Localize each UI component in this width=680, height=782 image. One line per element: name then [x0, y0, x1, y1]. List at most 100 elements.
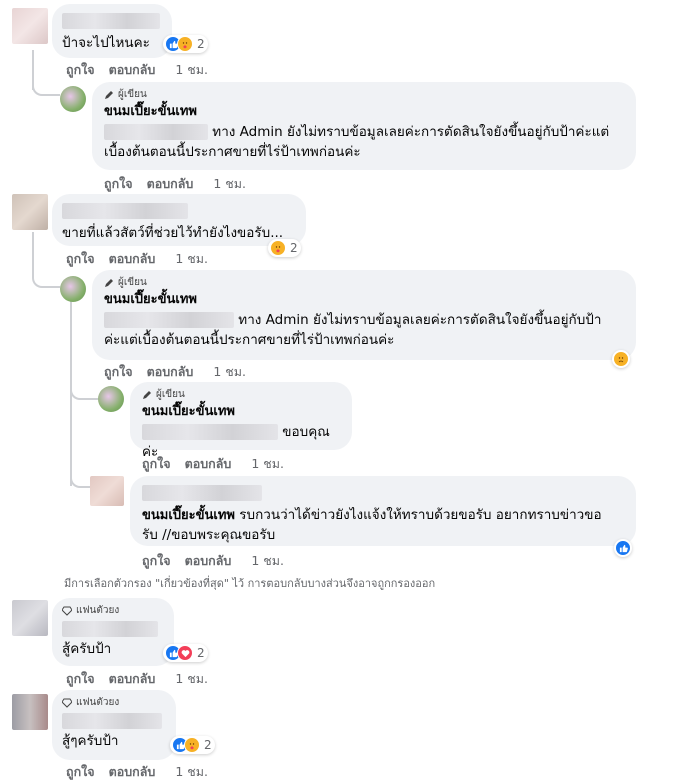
comment-text-line-2: ค่ะแต่เบื้องต้นตอนนี้ประกาศขายที่ไร่ป้าเ…	[104, 332, 395, 348]
avatar[interactable]	[12, 694, 48, 730]
like-link[interactable]: ถูกใจ	[66, 249, 95, 269]
reply-link[interactable]: ตอบกลับ	[147, 174, 194, 194]
mention-link[interactable]: ขนมเปี๊ยะขั้นเทพ	[142, 508, 235, 523]
like-link[interactable]: ถูกใจ	[104, 174, 133, 194]
thread-elbow	[70, 370, 98, 400]
comment-actions: ถูกใจ ตอบกลับ 1 ชม.	[66, 60, 208, 80]
reaction-summary[interactable]: 2	[170, 736, 215, 754]
reaction-summary[interactable]: 2	[268, 239, 301, 257]
comment-bubble: แฟนตัวยง สู้ครับป้า	[52, 598, 174, 666]
diamond-icon	[62, 698, 72, 708]
timestamp[interactable]: 1 ชม.	[213, 362, 246, 382]
comment-text-line-1: ทาง Admin ยังไม่ทราบข้อมูลเลยค่ะการตัดสิ…	[212, 124, 610, 140]
comment-actions: ถูกใจ ตอบกลับ 1 ชม.	[104, 362, 246, 382]
blurred-mention[interactable]	[104, 312, 234, 328]
author-avatar[interactable]	[60, 276, 86, 302]
reaction-summary[interactable]	[614, 539, 632, 557]
comment-text: ทาง Admin ยังไม่ทราบข้อมูลเลยค่ะการตัดสิ…	[104, 122, 624, 162]
blurred-mention[interactable]	[142, 424, 278, 440]
filter-notice: มีการเลือกตัวกรอง "เกี่ยวข้องที่สุด" ไว้…	[64, 577, 436, 590]
reply-link[interactable]: ตอบกลับ	[147, 362, 194, 382]
timestamp[interactable]: 1 ชม.	[175, 669, 208, 689]
comment-bubble: ขนมเปี๊ยะขั้นเทพ รบกวนว่าได้ข่าวยังไงแจ้…	[130, 476, 636, 546]
reaction-summary[interactable]: 2	[163, 644, 208, 662]
like-link[interactable]: ถูกใจ	[142, 454, 171, 474]
care-reaction-icon	[184, 737, 200, 753]
thread-elbow	[32, 250, 60, 288]
author-name[interactable]: ขนมเปี๊ยะขั้นเทพ	[104, 104, 624, 120]
avatar[interactable]	[90, 476, 124, 506]
timestamp[interactable]: 1 ชม.	[175, 60, 208, 80]
reaction-count: 2	[197, 37, 205, 51]
timestamp[interactable]: 1 ชม.	[175, 249, 208, 269]
reply-link[interactable]: ตอบกลับ	[109, 60, 156, 80]
comment-text-line-2: เบื้องต้นตอนนี้ประกาศขายที่ไร่ป้าเทพก่อน…	[104, 144, 361, 160]
love-reaction-icon	[177, 645, 193, 661]
diamond-icon	[62, 606, 72, 616]
fan-badge: แฟนตัวยง	[62, 605, 164, 617]
timestamp[interactable]: 1 ชม.	[175, 762, 208, 782]
fan-badge: แฟนตัวยง	[62, 697, 166, 709]
author-badge: ผู้เขียน	[104, 277, 624, 289]
timestamp[interactable]: 1 ชม.	[213, 174, 246, 194]
badge-label: แฟนตัวยง	[76, 605, 120, 616]
like-link[interactable]: ถูกใจ	[104, 362, 133, 382]
timestamp[interactable]: 1 ชม.	[251, 551, 284, 571]
avatar[interactable]	[12, 600, 48, 636]
avatar[interactable]	[12, 8, 48, 44]
comment-text: สู้ครับป้า	[62, 641, 112, 657]
blurred-mention[interactable]	[104, 124, 208, 140]
like-link[interactable]: ถูกใจ	[142, 551, 171, 571]
pencil-icon	[143, 391, 151, 399]
blurred-author-name[interactable]	[62, 202, 188, 219]
blurred-author-name[interactable]	[142, 484, 262, 501]
comment-actions: ถูกใจ ตอบกลับ 1 ชม.	[66, 249, 208, 269]
reply-link[interactable]: ตอบกลับ	[185, 454, 232, 474]
comment-text: สู้ๆครับป้า	[62, 733, 119, 749]
author-name[interactable]: ขนมเปี๊ยะขั้นเทพ	[104, 292, 624, 308]
comment-text: ขนมเปี๊ยะขั้นเทพ รบกวนว่าได้ข่าวยังไงแจ้…	[142, 505, 624, 545]
comment-text-line-1: ทาง Admin ยังไม่ทราบข้อมูลเลยค่ะการตัดสิ…	[238, 312, 602, 328]
comment-bubble: ผู้เขียน ขนมเปี๊ยะขั้นเทพ ทาง Admin ยังไ…	[92, 82, 636, 170]
pencil-icon	[105, 279, 113, 287]
comment-bubble: ป้าจะไปไหนคะ	[52, 4, 172, 58]
author-badge: ผู้เขียน	[104, 89, 624, 101]
blurred-author-name[interactable]	[62, 12, 160, 29]
like-link[interactable]: ถูกใจ	[66, 669, 95, 689]
comment-actions: ถูกใจ ตอบกลับ 1 ชม.	[66, 669, 208, 689]
author-avatar[interactable]	[98, 386, 124, 412]
reaction-summary[interactable]: 2	[163, 35, 208, 53]
like-link[interactable]: ถูกใจ	[66, 60, 95, 80]
badge-label: ผู้เขียน	[156, 389, 185, 400]
timestamp[interactable]: 1 ชม.	[251, 454, 284, 474]
thread-elbow	[32, 58, 60, 96]
care-reaction-icon	[270, 240, 286, 256]
pencil-icon	[105, 91, 113, 99]
comment-actions: ถูกใจ ตอบกลับ 1 ชม.	[104, 174, 246, 194]
avatar[interactable]	[12, 194, 48, 230]
like-link[interactable]: ถูกใจ	[66, 762, 95, 782]
reply-link[interactable]: ตอบกลับ	[109, 762, 156, 782]
reply-link[interactable]: ตอบกลับ	[109, 669, 156, 689]
reaction-summary[interactable]	[612, 350, 630, 368]
thread-elbow	[70, 462, 90, 488]
reaction-count: 2	[290, 241, 298, 255]
comment-text-line-1: รบกวนว่าได้ข่าวยังไงแจ้งให้ทราบด้วยขอรับ…	[239, 507, 602, 523]
author-avatar[interactable]	[60, 86, 86, 112]
comment-bubble: แฟนตัวยง สู้ๆครับป้า	[52, 690, 176, 760]
comment-bubble: ผู้เขียน ขนมเปี๊ยะขั้นเทพ ทาง Admin ยังไ…	[92, 270, 636, 360]
reaction-count: 2	[204, 738, 212, 752]
author-name[interactable]: ขนมเปี๊ยะขั้นเทพ	[142, 404, 340, 420]
badge-label: ผู้เขียน	[118, 89, 147, 100]
comment-text: ขายที่แล้วสัตว์ที่ช่วยไว้ทำยังไงขอรับ...	[62, 225, 284, 241]
blurred-author-name[interactable]	[62, 713, 162, 729]
comment-text: ป้าจะไปไหนคะ	[62, 35, 150, 51]
comment-actions: ถูกใจ ตอบกลับ 1 ชม.	[142, 551, 284, 571]
reply-link[interactable]: ตอบกลับ	[185, 551, 232, 571]
comment-actions: ถูกใจ ตอบกลับ 1 ชม.	[66, 762, 208, 782]
author-badge: ผู้เขียน	[142, 389, 340, 401]
badge-label: แฟนตัวยง	[76, 697, 120, 708]
sad-reaction-icon	[613, 351, 629, 367]
blurred-author-name[interactable]	[62, 621, 158, 637]
reply-link[interactable]: ตอบกลับ	[109, 249, 156, 269]
